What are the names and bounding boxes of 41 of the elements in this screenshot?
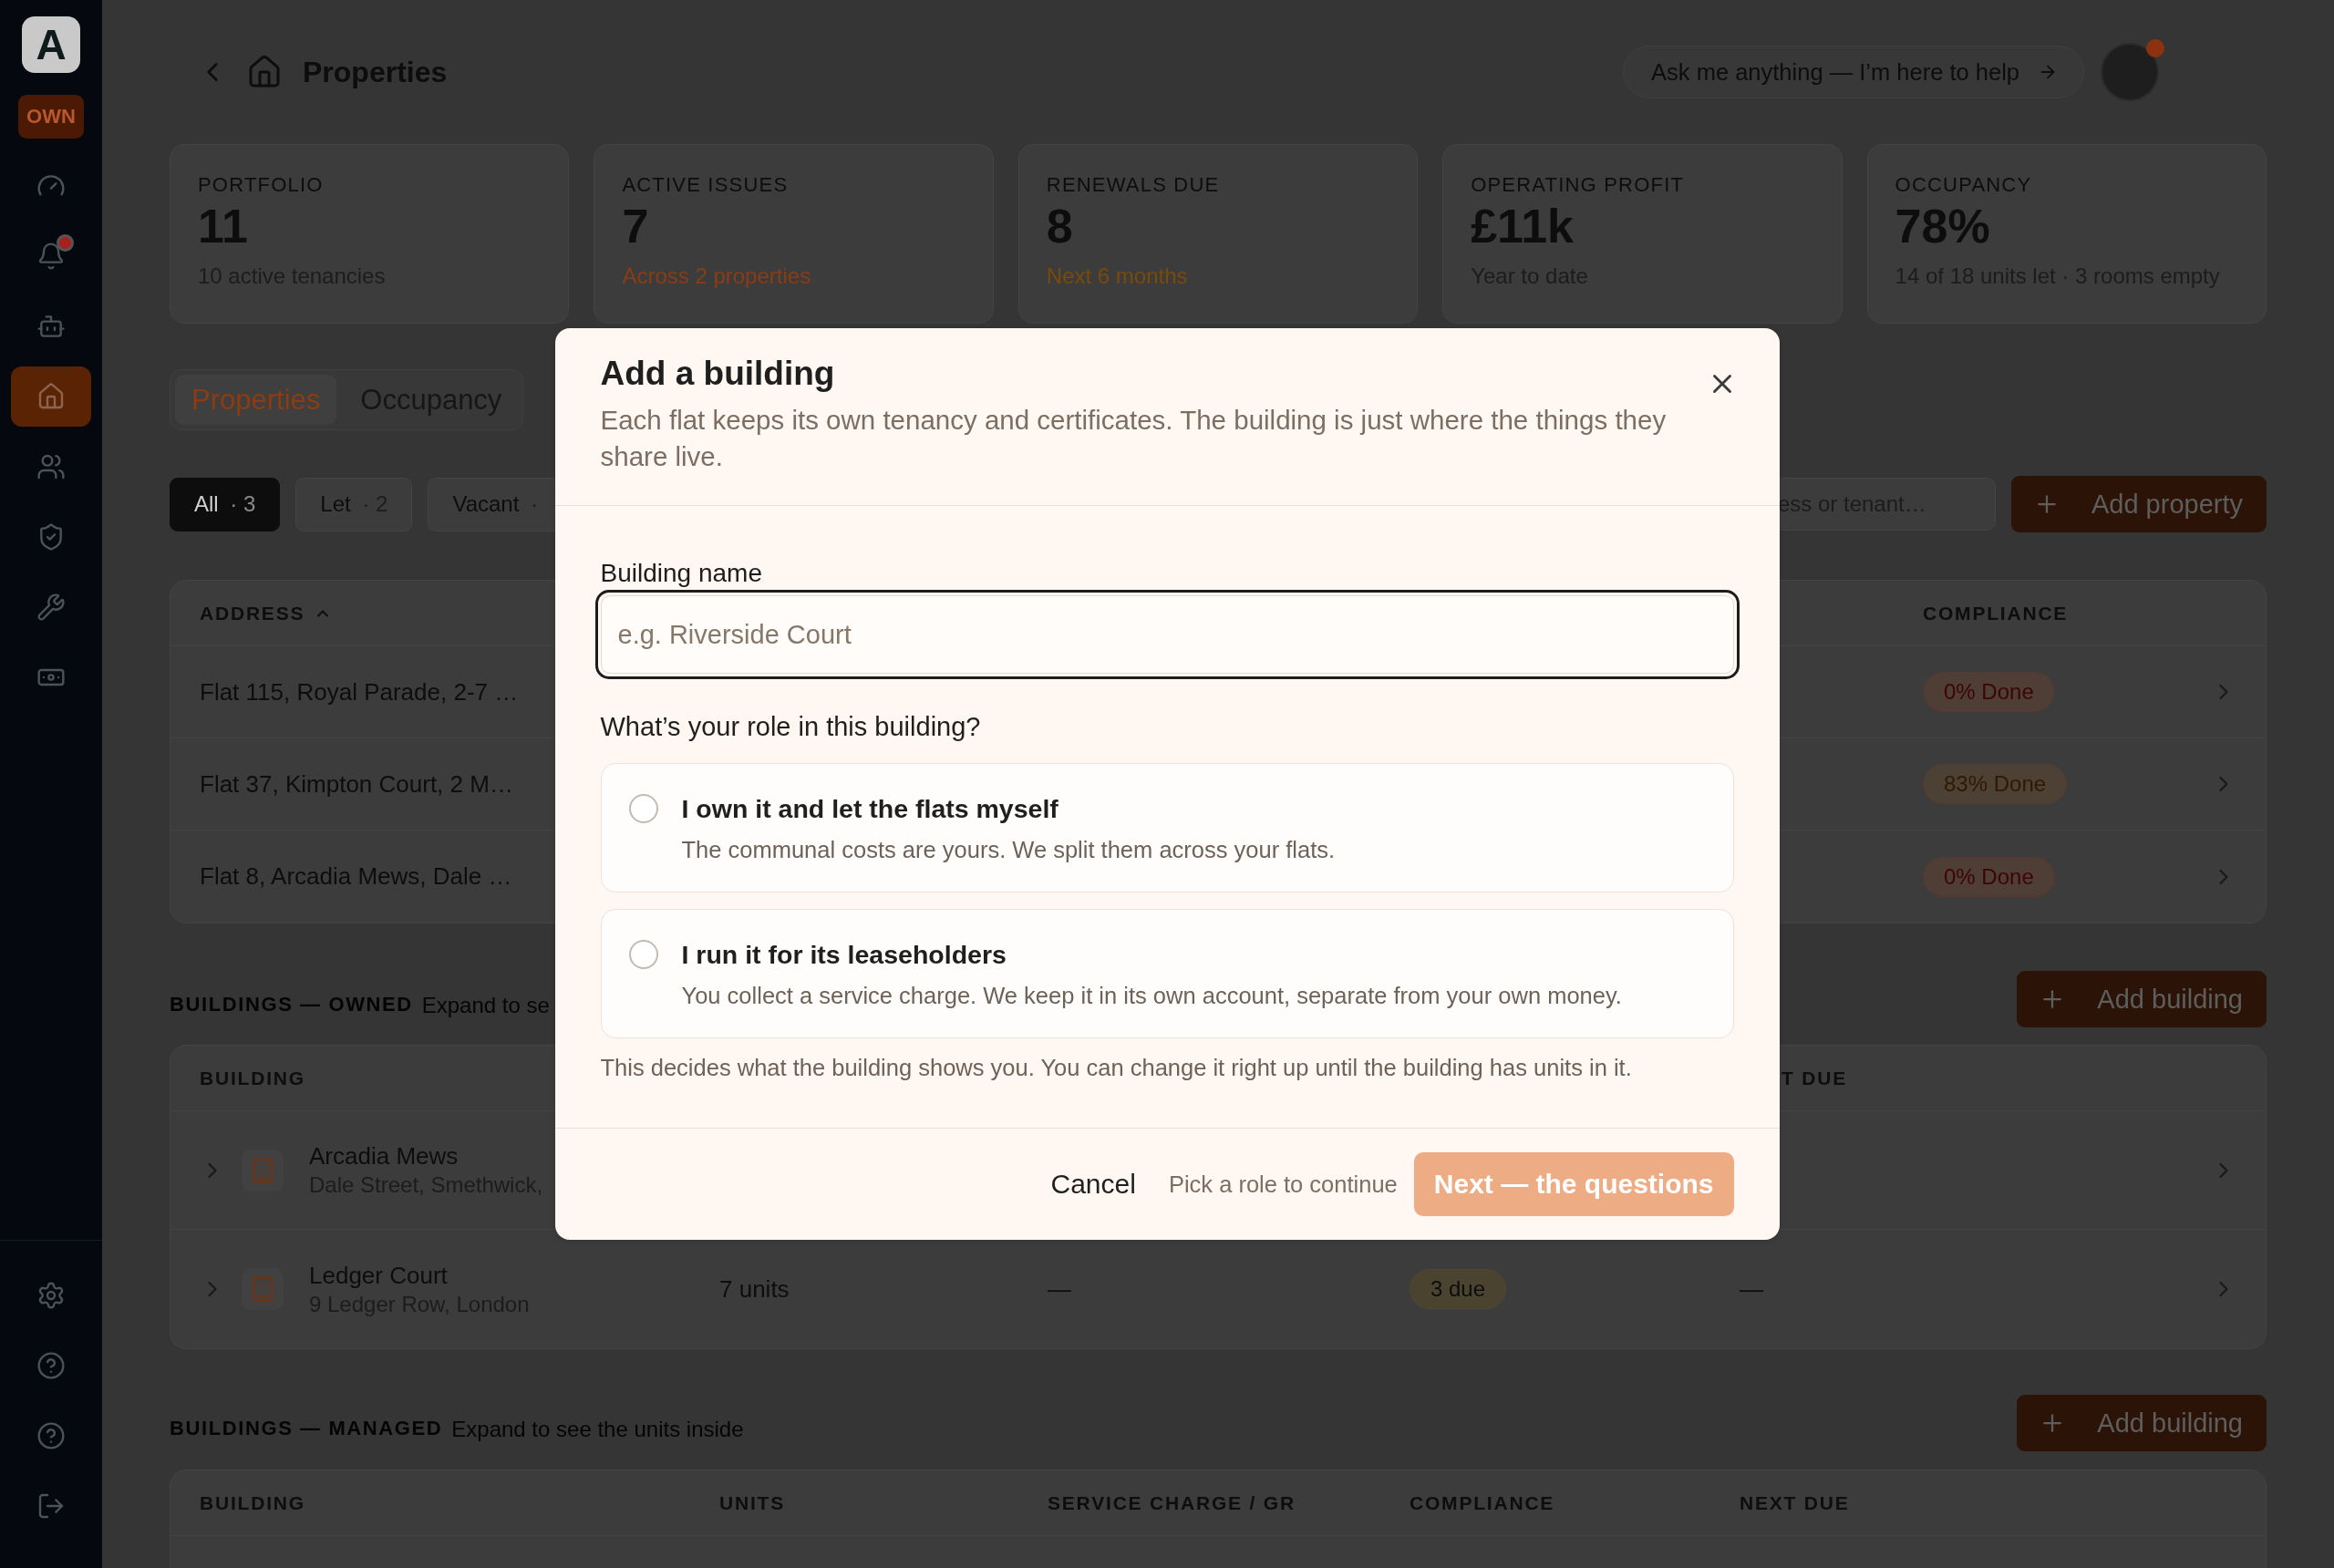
compliance-badge: 0% Done (1923, 856, 2055, 897)
dialog-title: Add a building (600, 354, 836, 394)
add-building-button[interactable]: Add building (2017, 1395, 2267, 1451)
stat-note: Across 2 properties (622, 263, 812, 290)
cancel-button[interactable]: Cancel (1050, 1169, 1136, 1200)
option-title: I own it and let the flats myself (681, 793, 1059, 824)
option-description: The communal costs are yours. We split them across your flats. (681, 836, 1336, 864)
radio-option[interactable]: I run it for its leaseholders You collect a service charge. We keep it in its own account, separate from your own money. (600, 909, 1734, 1038)
next-due-cell: — (1740, 1274, 1763, 1304)
building-icon (242, 1149, 284, 1191)
footer-hint: Pick a role to continue (1168, 1171, 1398, 1198)
dialog-description: Each flat keeps its own tenancy and certificates. The building is just where the things they share live. (600, 404, 1668, 473)
mode-badge: OWN (18, 95, 84, 139)
settings-icon (36, 1281, 66, 1310)
service-charge-cell: — (1048, 1274, 1071, 1304)
tab[interactable]: Properties (175, 375, 337, 425)
app-logo[interactable]: A (22, 16, 80, 73)
radio-icon[interactable] (628, 794, 658, 823)
helper-text: This decides what the building shows you. You can change it right up until the building has units in it. (600, 1054, 1632, 1082)
add-property-button[interactable]: Add property (2010, 476, 2267, 532)
wrench-icon (36, 593, 66, 622)
compliance-badge: 3 due (1410, 1269, 1507, 1309)
radio-option[interactable]: I own it and let the flats myself The communal costs are yours. We split them across your flats. (600, 763, 1734, 892)
filter-chip[interactable]: All · 3 (170, 477, 281, 531)
building-icon (242, 1268, 284, 1310)
option-description: You collect a service charge. We keep it in its own account, separate from your own money. (681, 982, 1622, 1010)
field-label: Building name (600, 558, 762, 589)
input-field[interactable]: e.g. Riverside Court (594, 590, 1740, 679)
add-building-button[interactable]: Add building (2017, 971, 2267, 1027)
house-icon (36, 382, 66, 411)
radio-icon[interactable] (628, 940, 658, 969)
bell-icon (36, 242, 66, 271)
nav-button[interactable] (11, 366, 91, 427)
stat-note: Next 6 months (1046, 263, 1189, 290)
logout-icon (36, 1491, 66, 1521)
help-icon (36, 1421, 66, 1450)
compliance-badge: 0% Done (1923, 672, 2055, 712)
option-title: I run it for its leaseholders (681, 939, 1007, 970)
question-label: What’s your role in this building? (600, 711, 981, 743)
users-icon (36, 452, 66, 481)
help-icon (36, 1351, 66, 1380)
